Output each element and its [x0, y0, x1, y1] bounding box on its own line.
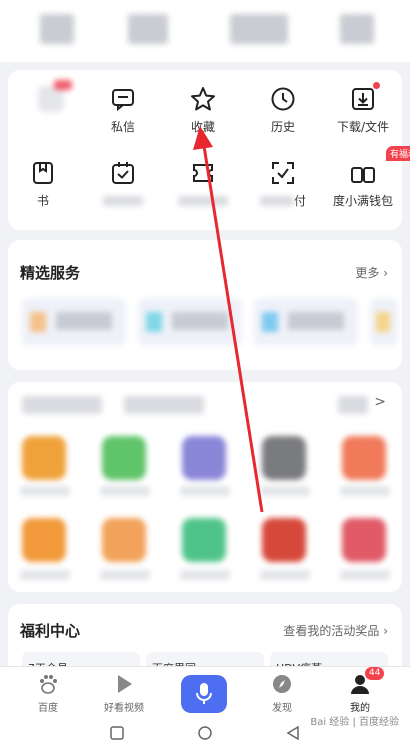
nav-tab-mine[interactable]: 44 我的	[320, 667, 400, 714]
mic-icon	[196, 683, 212, 704]
paw-icon	[37, 673, 59, 695]
nav-tab-discover[interactable]: 发现	[242, 673, 322, 714]
nav-tab-video[interactable]: 好看视频	[84, 673, 164, 714]
square-icon[interactable]	[110, 726, 124, 740]
annotation-arrow	[193, 126, 264, 513]
watermark: Bai 经验 | 百度经验	[307, 713, 402, 728]
circle-icon[interactable]	[198, 726, 212, 740]
voice-search-button[interactable]	[181, 675, 227, 713]
compass-icon	[271, 673, 293, 695]
back-triangle-icon[interactable]	[286, 726, 300, 740]
nav-tab-baidu[interactable]: 百度	[8, 673, 88, 714]
notification-badge: 44	[365, 667, 385, 680]
play-icon	[113, 673, 135, 695]
person-icon: 44	[349, 667, 385, 695]
